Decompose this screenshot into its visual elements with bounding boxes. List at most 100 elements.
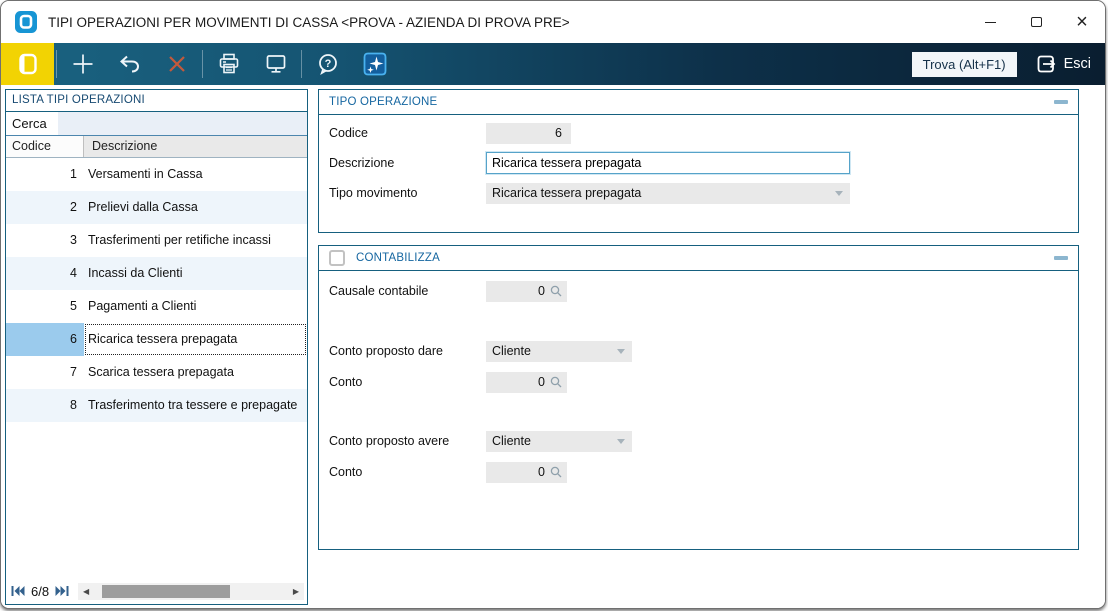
tipo-operazione-header: TIPO OPERAZIONE — [319, 90, 1078, 115]
minimize-icon — [984, 21, 996, 23]
monitor-icon — [266, 55, 285, 73]
add-button[interactable] — [59, 43, 106, 85]
list-item[interactable]: 8 Trasferimento tra tessere e prepagate — [6, 389, 307, 422]
contabilizza-section: CONTABILIZZA Causale contabile 0 Conto p… — [318, 245, 1079, 550]
lookup-magnifier-icon — [550, 376, 562, 388]
esci-button[interactable]: Esci — [1031, 53, 1095, 75]
scrollbar-track[interactable] — [94, 583, 288, 600]
sparkle-badge-icon — [363, 52, 386, 76]
list-item-descrizione[interactable]: Scarica tessera prepagata — [84, 356, 307, 389]
list-item-descrizione[interactable]: Ricarica tessera prepagata — [84, 323, 307, 356]
codice-field: 6 — [486, 122, 571, 144]
contabilizza-checkbox[interactable] — [329, 250, 345, 266]
record-pager: 6/8 — [31, 583, 50, 599]
avere-row: Conto proposto avere Cliente — [329, 430, 1078, 452]
ai-assistant-button[interactable] — [351, 43, 398, 85]
first-record-button[interactable] — [9, 582, 27, 600]
scroll-right-icon[interactable]: ▶ — [288, 583, 304, 600]
codice-label: Codice — [329, 126, 368, 140]
avere-dropdown[interactable]: Cliente — [486, 430, 632, 452]
scroll-left-icon[interactable]: ◀ — [78, 583, 94, 600]
dare-value: Cliente — [492, 344, 531, 358]
undo-button[interactable] — [106, 43, 153, 85]
list-item-descrizione[interactable]: Prelievi dalla Cassa — [84, 191, 307, 224]
maximize-button[interactable] — [1013, 1, 1059, 43]
causale-label: Causale contabile — [329, 284, 429, 298]
list-item-descrizione[interactable]: Pagamenti a Clienti — [84, 290, 307, 323]
list-item[interactable]: 2 Prelievi dalla Cassa — [6, 191, 307, 224]
column-header-descrizione[interactable]: Descrizione — [84, 136, 307, 157]
preview-button[interactable] — [252, 43, 299, 85]
list-item-codice[interactable]: 7 — [6, 356, 84, 389]
last-record-button[interactable] — [53, 582, 71, 600]
titlebar: TIPI OPERAZIONI PER MOVIMENTI DI CASSA <… — [1, 1, 1105, 43]
contabilizza-header: CONTABILIZZA — [319, 246, 1078, 271]
esci-label: Esci — [1063, 56, 1091, 72]
tipo-movimento-label: Tipo movimento — [329, 186, 418, 200]
dare-label: Conto proposto dare — [329, 344, 443, 358]
section-title: CONTABILIZZA — [356, 252, 440, 264]
descrizione-row: Descrizione — [329, 152, 1078, 174]
list-item-descrizione[interactable]: Incassi da Clienti — [84, 257, 307, 290]
horizontal-scrollbar[interactable]: ◀ ▶ — [78, 582, 304, 600]
tipo-operazione-section: TIPO OPERAZIONE Codice 6 Descrizione Tip… — [318, 89, 1079, 233]
close-button[interactable]: × — [1059, 1, 1105, 43]
list-item[interactable]: 5 Pagamenti a Clienti — [6, 290, 307, 323]
last-record-icon — [55, 586, 69, 596]
toolbar-separator — [202, 50, 203, 78]
descrizione-input[interactable] — [486, 152, 850, 174]
minimize-button[interactable] — [967, 1, 1013, 43]
help-button[interactable]: ? — [304, 43, 351, 85]
column-header-codice[interactable]: Codice — [6, 136, 84, 157]
search-row: Cerca — [6, 112, 307, 136]
chevron-down-icon — [617, 438, 625, 444]
help-icon: ? — [318, 54, 337, 75]
chevron-down-icon — [835, 190, 843, 196]
list-item[interactable]: 7 Scarica tessera prepagata — [6, 356, 307, 389]
delete-button[interactable] — [153, 43, 200, 85]
list-item-codice[interactable]: 3 — [6, 224, 84, 257]
list-item-codice[interactable]: 1 — [6, 158, 84, 191]
tipo-movimento-value: Ricarica tessera prepagata — [492, 186, 642, 200]
list-item[interactable]: 4 Incassi da Clienti — [6, 257, 307, 290]
conto-avere-field[interactable]: 0 — [486, 461, 567, 483]
section-title: TIPO OPERAZIONE — [329, 96, 438, 108]
app-window: TIPI OPERAZIONI PER MOVIMENTI DI CASSA <… — [0, 0, 1106, 609]
search-input[interactable] — [58, 112, 307, 135]
collapse-icon[interactable] — [1054, 100, 1068, 104]
svg-text:?: ? — [324, 58, 331, 70]
toolbar-separator — [56, 50, 57, 78]
tipo-movimento-row: Tipo movimento Ricarica tessera prepagat… — [329, 182, 1078, 204]
list-item-descrizione[interactable]: Trasferimento tra tessere e prepagate — [84, 389, 307, 422]
print-button[interactable] — [205, 43, 252, 85]
list-item-codice[interactable]: 6 — [6, 323, 84, 356]
trova-button[interactable]: Trova (Alt+F1) — [911, 51, 1017, 77]
causale-value: 0 — [538, 284, 545, 298]
collapse-icon[interactable] — [1054, 256, 1068, 260]
list-item-codice[interactable]: 2 — [6, 191, 84, 224]
list-item-codice[interactable]: 8 — [6, 389, 84, 422]
avere-value: Cliente — [492, 434, 531, 448]
list-column-headers: Codice Descrizione — [6, 136, 307, 158]
sidebar-card-icon — [18, 53, 37, 75]
maximize-icon — [1030, 17, 1042, 27]
list-item-codice[interactable]: 5 — [6, 290, 84, 323]
close-icon: × — [1076, 11, 1088, 33]
conto-dare-field[interactable]: 0 — [486, 371, 567, 393]
scrollbar-thumb[interactable] — [102, 584, 231, 598]
app-menu-button[interactable] — [1, 43, 54, 85]
list-item[interactable]: 1 Versamenti in Cassa — [6, 158, 307, 191]
avere-label: Conto proposto avere — [329, 434, 450, 448]
codice-row: Codice 6 — [329, 122, 1078, 144]
list-item[interactable]: 6 Ricarica tessera prepagata — [6, 323, 307, 356]
list-item-codice[interactable]: 4 — [6, 257, 84, 290]
window-controls: × — [967, 1, 1105, 43]
list-item-descrizione[interactable]: Versamenti in Cassa — [84, 158, 307, 191]
dare-dropdown[interactable]: Cliente — [486, 340, 632, 362]
list-item[interactable]: 3 Trasferimenti per retifiche incassi — [6, 224, 307, 257]
app-logo-icon — [15, 11, 37, 33]
list-item-descrizione[interactable]: Trasferimenti per retifiche incassi — [84, 224, 307, 257]
tipo-movimento-dropdown[interactable]: Ricarica tessera prepagata — [486, 182, 850, 204]
exit-icon — [1037, 55, 1055, 73]
causale-field[interactable]: 0 — [486, 280, 567, 302]
